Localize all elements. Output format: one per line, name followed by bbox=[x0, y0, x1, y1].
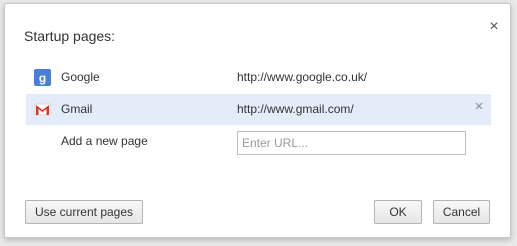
startup-page-row-google[interactable]: g Google http://www.google.co.uk/ bbox=[26, 62, 491, 93]
google-g-icon: g bbox=[34, 69, 51, 86]
remove-page-icon[interactable]: × bbox=[472, 99, 486, 114]
new-page-url-input[interactable] bbox=[237, 131, 466, 155]
use-current-pages-button[interactable]: Use current pages bbox=[25, 200, 143, 224]
page-name: Gmail bbox=[61, 102, 93, 116]
page-name: Google bbox=[61, 70, 100, 84]
add-page-label: Add a new page bbox=[61, 134, 148, 148]
page-url: http://www.gmail.com/ bbox=[237, 102, 354, 116]
startup-page-row-gmail[interactable]: Gmail http://www.gmail.com/ × bbox=[26, 94, 491, 125]
page-url: http://www.google.co.uk/ bbox=[237, 70, 368, 84]
ok-button[interactable]: OK bbox=[374, 200, 422, 224]
svg-text:g: g bbox=[39, 71, 46, 85]
dialog-title: Startup pages: bbox=[24, 28, 116, 44]
close-icon[interactable]: × bbox=[487, 19, 501, 35]
cancel-button[interactable]: Cancel bbox=[433, 200, 490, 224]
startup-pages-dialog: Startup pages: × g Google http://www.goo… bbox=[4, 3, 511, 238]
gmail-m-icon bbox=[34, 101, 51, 118]
